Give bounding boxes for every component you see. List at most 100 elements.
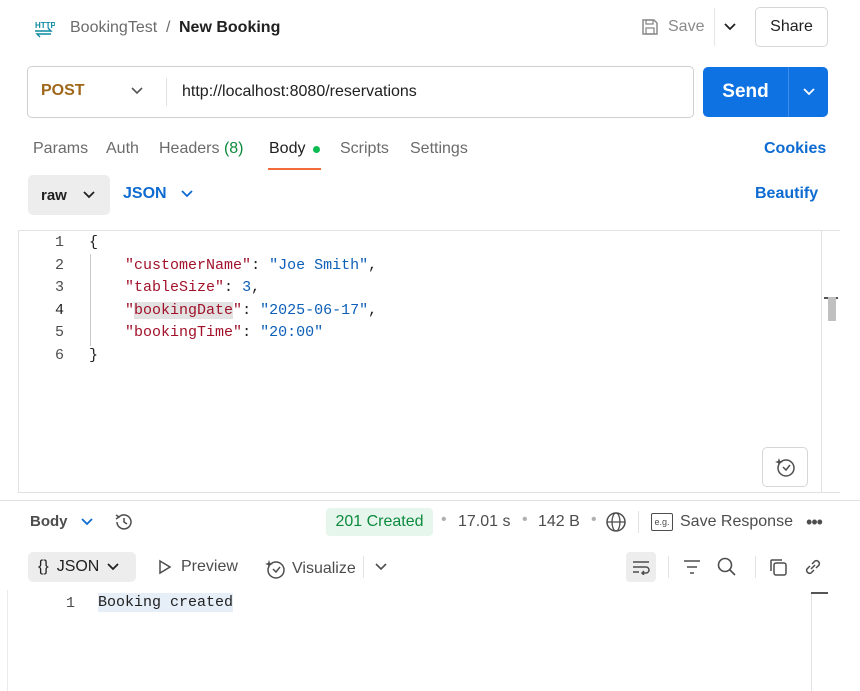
response-body-text[interactable]: Booking created: [98, 593, 234, 612]
cookies-link[interactable]: Cookies: [764, 140, 826, 158]
meta-separator: •: [522, 511, 528, 528]
line-number: 5: [54, 324, 64, 341]
json-key-highlighted: bookingDate: [134, 302, 234, 319]
chevron-down-icon: [724, 23, 736, 31]
toolbar-divider: [668, 556, 669, 578]
braces-icon: {}: [38, 558, 49, 575]
code-line: "bookingDate": "2025-06-17",: [125, 302, 378, 319]
history-icon[interactable]: [113, 511, 135, 533]
response-line-number: 1: [65, 595, 75, 612]
search-button[interactable]: [715, 555, 739, 579]
visualize-button[interactable]: Visualize: [264, 558, 356, 580]
chevron-down-icon: [180, 190, 193, 198]
code-open-brace: {: [89, 234, 99, 251]
save-divider: [714, 8, 715, 46]
code-line: "customerName": "Joe Smith",: [125, 257, 378, 274]
more-options-icon[interactable]: •••: [803, 511, 825, 533]
json-value: "2025-06-17": [260, 302, 369, 319]
search-icon: [717, 557, 736, 576]
ai-assist-button[interactable]: [762, 447, 808, 487]
response-panel-border: [7, 590, 8, 691]
filter-button[interactable]: [680, 555, 704, 579]
save-response-button[interactable]: Save Response: [680, 513, 793, 531]
body-format-dropdown[interactable]: JSON: [123, 185, 193, 203]
save-options-button[interactable]: [719, 14, 741, 40]
code-close-brace: }: [89, 347, 99, 364]
link-icon: [805, 559, 821, 575]
response-scrollbar[interactable]: [811, 592, 812, 691]
editor-scrollbar-thumb[interactable]: [828, 297, 836, 321]
json-value: "20:00": [260, 324, 324, 341]
line-number: 2: [54, 257, 64, 274]
json-comma: ,: [368, 302, 378, 319]
globe-icon[interactable]: [605, 511, 627, 533]
send-options-button[interactable]: [789, 67, 828, 117]
preview-button[interactable]: Preview: [158, 558, 238, 576]
request-title[interactable]: New Booking: [179, 19, 280, 37]
send-button[interactable]: Send: [703, 67, 788, 117]
active-tab-underline: [268, 168, 321, 170]
code-line: "bookingTime": "20:00": [125, 324, 324, 341]
response-time[interactable]: 17.01 s: [458, 513, 510, 531]
chevron-down-icon: [802, 88, 815, 96]
body-mode-dropdown[interactable]: raw: [28, 175, 110, 215]
copy-button[interactable]: [766, 555, 790, 579]
line-number: 3: [54, 279, 64, 296]
url-input[interactable]: [176, 76, 684, 108]
json-key: bookingTime: [134, 324, 234, 341]
meta-separator: •: [441, 511, 447, 528]
tab-scripts[interactable]: Scripts: [340, 140, 389, 158]
method-selector[interactable]: POST: [41, 82, 85, 100]
visualize-icon: [265, 560, 285, 579]
example-icon: e.g.: [651, 513, 673, 531]
beautify-button[interactable]: Beautify: [755, 185, 818, 203]
chevron-down-icon: [131, 87, 143, 95]
editor-scrollbar[interactable]: [821, 230, 840, 493]
body-modified-dot: [313, 146, 320, 153]
tab-body[interactable]: Body: [269, 140, 305, 158]
http-icon: HTTP: [35, 21, 55, 38]
visualize-options-button[interactable]: [371, 556, 391, 578]
toolbar-divider: [363, 556, 364, 578]
response-format-label: JSON: [56, 558, 100, 575]
share-button[interactable]: Share: [755, 7, 828, 47]
tab-params[interactable]: Params: [33, 140, 88, 158]
link-button[interactable]: [801, 555, 825, 579]
headers-count-badge: (8): [223, 140, 244, 157]
line-number: 6: [54, 347, 64, 364]
line-number: 1: [54, 234, 64, 251]
wrap-lines-icon: [633, 561, 650, 575]
wrap-lines-button[interactable]: [626, 552, 656, 582]
save-icon: [642, 19, 658, 35]
tab-headers[interactable]: Headers (8): [159, 140, 244, 158]
chevron-down-icon: [81, 518, 93, 526]
response-scrollbar-marker: [811, 592, 828, 594]
response-view-dropdown[interactable]: [78, 512, 96, 532]
save-button[interactable]: Save: [640, 13, 704, 41]
line-number: 4: [54, 302, 64, 319]
toolbar-divider: [638, 511, 639, 533]
breadcrumb-separator: /: [166, 19, 171, 36]
json-value: 3: [242, 279, 252, 296]
response-body-tab[interactable]: Body: [30, 513, 68, 530]
chevron-down-icon: [375, 563, 387, 571]
tab-auth[interactable]: Auth: [106, 140, 139, 158]
body-mode-label: raw: [41, 186, 67, 204]
method-dropdown-button[interactable]: [126, 80, 148, 102]
chevron-down-icon: [107, 563, 119, 571]
svg-text:HTTP: HTTP: [35, 21, 55, 30]
json-key: customerName: [134, 257, 243, 274]
tab-headers-label: Headers: [159, 140, 220, 157]
json-comma: ,: [251, 279, 261, 296]
response-format-dropdown[interactable]: {} JSON: [28, 552, 136, 582]
response-size[interactable]: 142 B: [538, 513, 580, 531]
json-comma: ,: [368, 257, 378, 274]
status-badge[interactable]: 201 Created: [326, 508, 433, 536]
ai-sparkle-icon: [775, 458, 795, 477]
filter-icon: [684, 560, 700, 574]
toolbar-divider: [755, 556, 756, 578]
preview-label: Preview: [181, 558, 238, 575]
breadcrumb-collection[interactable]: BookingTest: [70, 19, 157, 37]
tab-settings[interactable]: Settings: [410, 140, 468, 158]
indent-guide: [90, 254, 91, 346]
